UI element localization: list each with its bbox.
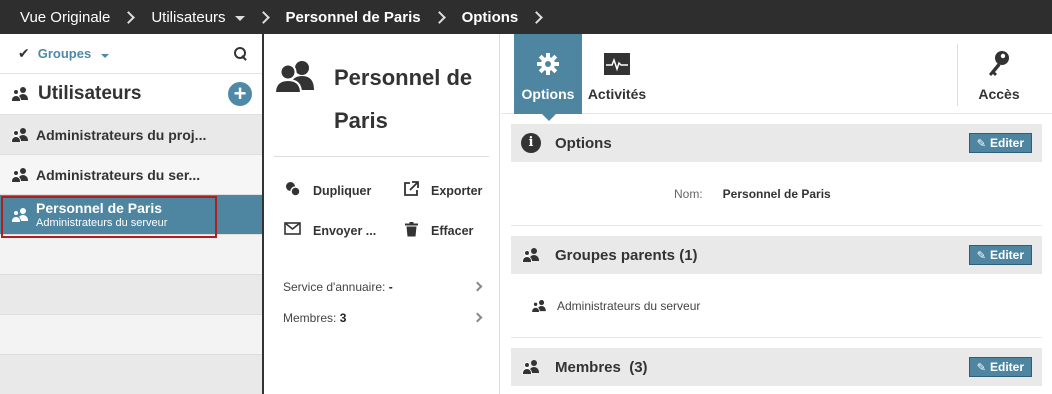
chevron-right-icon	[472, 312, 483, 323]
breadcrumb-item-label: Utilisateurs	[151, 8, 226, 26]
sidebar-title: Utilisateurs	[38, 83, 142, 104]
send-label: Envoyer ...	[313, 224, 377, 238]
chevron-right-icon	[472, 281, 483, 292]
breadcrumb-item-options[interactable]: Options	[462, 9, 519, 26]
sidebar-item-label: Personnel de Paris	[36, 200, 163, 216]
export-label: Exporter	[431, 184, 483, 198]
directory-service-label: Service d'annuaire:	[283, 279, 386, 294]
chevron-right-icon	[432, 10, 446, 24]
sidebar-item-admin-serveur[interactable]: Administrateurs du ser...	[0, 154, 262, 194]
sidebar-header: Utilisateurs +	[0, 74, 262, 114]
pencil-icon: ✎	[976, 361, 986, 374]
tab-access[interactable]: Accès	[964, 34, 1034, 114]
delete-label: Effacer	[431, 224, 474, 238]
edit-label: Editer	[989, 248, 1024, 262]
envelope-icon	[284, 222, 302, 240]
members-count: 3	[339, 310, 347, 325]
name-field: Nom: Personnel de Paris	[674, 187, 831, 201]
users-icon	[10, 167, 30, 182]
duplicate-label: Dupliquer	[313, 184, 372, 198]
parent-groups-section-header: Groupes parents (1) ✎ Editer	[511, 236, 1042, 274]
options-section-title: Options	[555, 134, 612, 152]
sidebar-item-personnel-paris[interactable]: Personnel de Paris Administrateurs du se…	[0, 194, 262, 238]
breadcrumb-item-vue-originale[interactable]: Vue Originale	[20, 9, 110, 26]
groups-filter-bar: ✔ Groupes	[0, 34, 262, 74]
tab-options[interactable]: Options	[514, 34, 582, 121]
breadcrumb-item-personnel[interactable]: Personnel de Paris	[286, 9, 421, 26]
edit-options-button[interactable]: ✎ Editer	[968, 133, 1032, 153]
empty-row	[0, 314, 262, 354]
edit-label: Editer	[989, 136, 1024, 150]
tab-activities-label: Activités	[587, 86, 647, 102]
search-icon[interactable]	[234, 46, 248, 61]
info-icon: i	[521, 133, 541, 153]
pencil-icon: ✎	[976, 249, 986, 262]
export-button[interactable]: Exporter	[402, 171, 512, 211]
parent-groups-title: Groupes parents (1)	[555, 246, 698, 264]
members-row[interactable]: Membres: 3	[264, 302, 499, 333]
trash-icon	[402, 221, 420, 241]
sidebar-item-sublabel: Administrateurs du serveur	[36, 217, 168, 229]
group-title: Personnel de Paris	[334, 65, 473, 133]
directory-service-row[interactable]: Service d'annuaire: -	[264, 271, 499, 302]
groups-dropdown[interactable]: Groupes	[38, 45, 109, 63]
gear-icon	[536, 48, 560, 80]
edit-members-button[interactable]: ✎ Editer	[968, 357, 1032, 377]
users-icon	[10, 207, 30, 222]
chevron-right-icon	[256, 10, 270, 24]
empty-row	[0, 354, 262, 394]
tab-activities[interactable]: Activités	[582, 34, 652, 114]
name-value: Personnel de Paris	[722, 186, 831, 201]
name-key: Nom:	[674, 186, 703, 201]
group-summary-panel: Personnel de Paris Dupliquer Exporter En…	[264, 34, 500, 394]
users-icon	[10, 127, 30, 142]
export-icon	[402, 181, 420, 201]
pencil-icon: ✎	[976, 137, 986, 150]
users-icon	[531, 299, 548, 312]
empty-row	[0, 234, 262, 274]
options-section-header: i Options ✎ Editer	[511, 124, 1042, 162]
parent-group-label: Administrateurs du serveur	[557, 298, 701, 313]
tab-access-label: Accès	[978, 86, 1020, 102]
group-actions: Dupliquer Exporter Envoyer ... Effacer	[264, 157, 499, 251]
users-icon	[521, 248, 541, 262]
empty-row	[0, 274, 262, 314]
edit-label: Editer	[989, 360, 1024, 374]
groups-dropdown-label: Groupes	[37, 45, 92, 61]
directory-service-value: -	[388, 279, 393, 294]
duplicate-button[interactable]: Dupliquer	[284, 171, 402, 211]
users-icon	[10, 87, 30, 101]
activity-monitor-icon	[603, 48, 631, 80]
tab-options-label: Options	[521, 86, 575, 102]
chevron-right-icon[interactable]	[530, 10, 544, 24]
add-group-button[interactable]: +	[228, 82, 252, 106]
parent-group-item[interactable]: Administrateurs du serveur	[529, 299, 700, 313]
key-icon	[986, 48, 1012, 80]
members-section-title: Membres (3)	[555, 358, 648, 376]
users-icon	[521, 360, 541, 374]
breadcrumb-item-utilisateurs[interactable]: Utilisateurs	[151, 8, 245, 26]
delete-button[interactable]: Effacer	[402, 211, 512, 251]
caret-down-icon	[100, 53, 109, 58]
detail-toolbar: Options Activités Accès	[501, 34, 1052, 121]
send-button[interactable]: Envoyer ...	[284, 211, 402, 251]
options-section-body: Nom: Personnel de Paris	[511, 162, 1042, 226]
group-header: Personnel de Paris	[264, 34, 499, 156]
users-large-icon	[273, 60, 320, 94]
duplicate-icon	[284, 181, 302, 201]
members-section-header: Membres (3) ✎ Editer	[511, 348, 1042, 386]
breadcrumb: Vue Originale Utilisateurs Personnel de …	[0, 0, 1052, 34]
sidebar-item-label: Administrateurs du ser...	[36, 166, 201, 183]
edit-parent-groups-button[interactable]: ✎ Editer	[968, 245, 1032, 265]
caret-down-icon	[234, 15, 245, 21]
sidebar-item-label: Administrateurs du proj...	[36, 126, 207, 143]
chevron-right-icon	[122, 10, 136, 24]
checkmark-icon: ✔	[18, 45, 30, 61]
sidebar-item-admin-projet[interactable]: Administrateurs du proj...	[0, 114, 262, 154]
members-label: Membres:	[283, 310, 337, 325]
toolbar-divider	[957, 44, 958, 106]
details-panel: Options Activités Accès i Options ✎ Edit…	[501, 34, 1052, 394]
parent-groups-body: Administrateurs du serveur	[511, 274, 1042, 338]
sidebar: ✔ Groupes Utilisateurs + Administrateurs…	[0, 34, 262, 394]
